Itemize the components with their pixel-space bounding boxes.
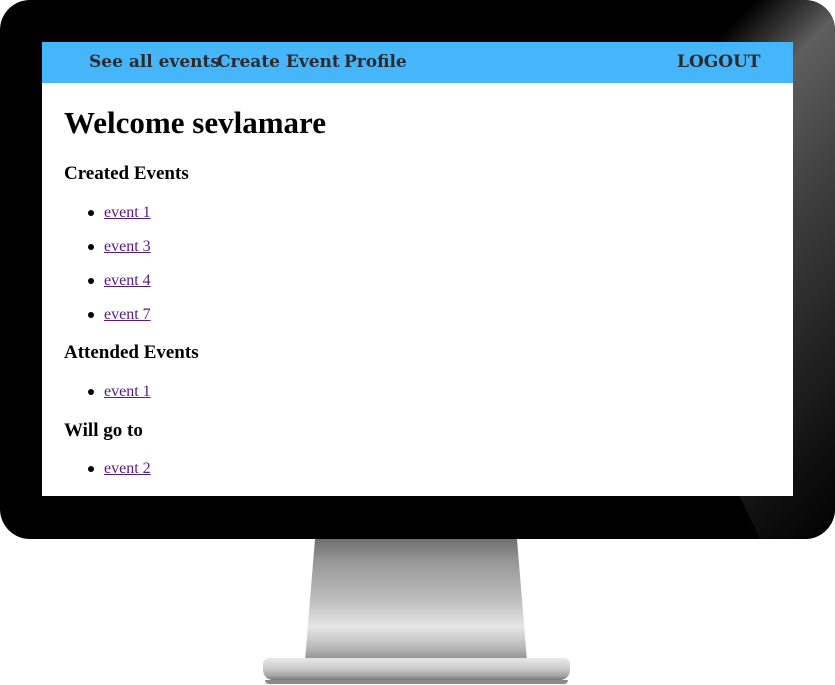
event-link[interactable]: event 3	[104, 238, 151, 255]
nav-see-all-events[interactable]: See all events	[89, 52, 220, 72]
list-item: event 3	[64, 237, 151, 271]
will-go-to-list: event 2	[64, 459, 151, 493]
monitor-stand-base	[263, 658, 570, 680]
list-item: event 1	[64, 382, 151, 416]
monitor-bezel: See all events Create Event Profile LOGO…	[0, 0, 835, 539]
created-events-heading: Created Events	[64, 163, 189, 184]
bullet-icon	[88, 466, 94, 472]
attended-events-heading: Attended Events	[64, 342, 199, 363]
event-link[interactable]: event 1	[104, 204, 151, 221]
attended-events-list: event 1	[64, 382, 151, 416]
event-link[interactable]: event 4	[104, 272, 151, 289]
monitor-frame: See all events Create Event Profile LOGO…	[0, 0, 835, 685]
browser-viewport: See all events Create Event Profile LOGO…	[42, 42, 793, 496]
page-title: Welcome sevlamare	[64, 105, 326, 140]
bullet-icon	[88, 244, 94, 250]
monitor-stand-neck	[305, 539, 527, 661]
list-item: event 1	[64, 203, 151, 237]
list-item: event 7	[64, 305, 151, 339]
logout-button[interactable]: LOGOUT	[677, 52, 761, 72]
event-link[interactable]: event 2	[104, 460, 151, 477]
bullet-icon	[88, 312, 94, 318]
event-link[interactable]: event 1	[104, 383, 151, 400]
list-item: event 2	[64, 459, 151, 493]
nav-profile[interactable]: Profile	[344, 52, 407, 72]
top-navbar: See all events Create Event Profile LOGO…	[42, 42, 793, 83]
nav-create-event[interactable]: Create Event	[217, 52, 340, 72]
bullet-icon	[88, 210, 94, 216]
monitor-stand-base-edge	[265, 680, 568, 684]
event-link[interactable]: event 7	[104, 306, 151, 323]
will-go-to-heading: Will go to	[64, 420, 143, 441]
bullet-icon	[88, 278, 94, 284]
list-item: event 4	[64, 271, 151, 305]
created-events-list: event 1 event 3 event 4 event 7	[64, 203, 151, 339]
bullet-icon	[88, 389, 94, 395]
